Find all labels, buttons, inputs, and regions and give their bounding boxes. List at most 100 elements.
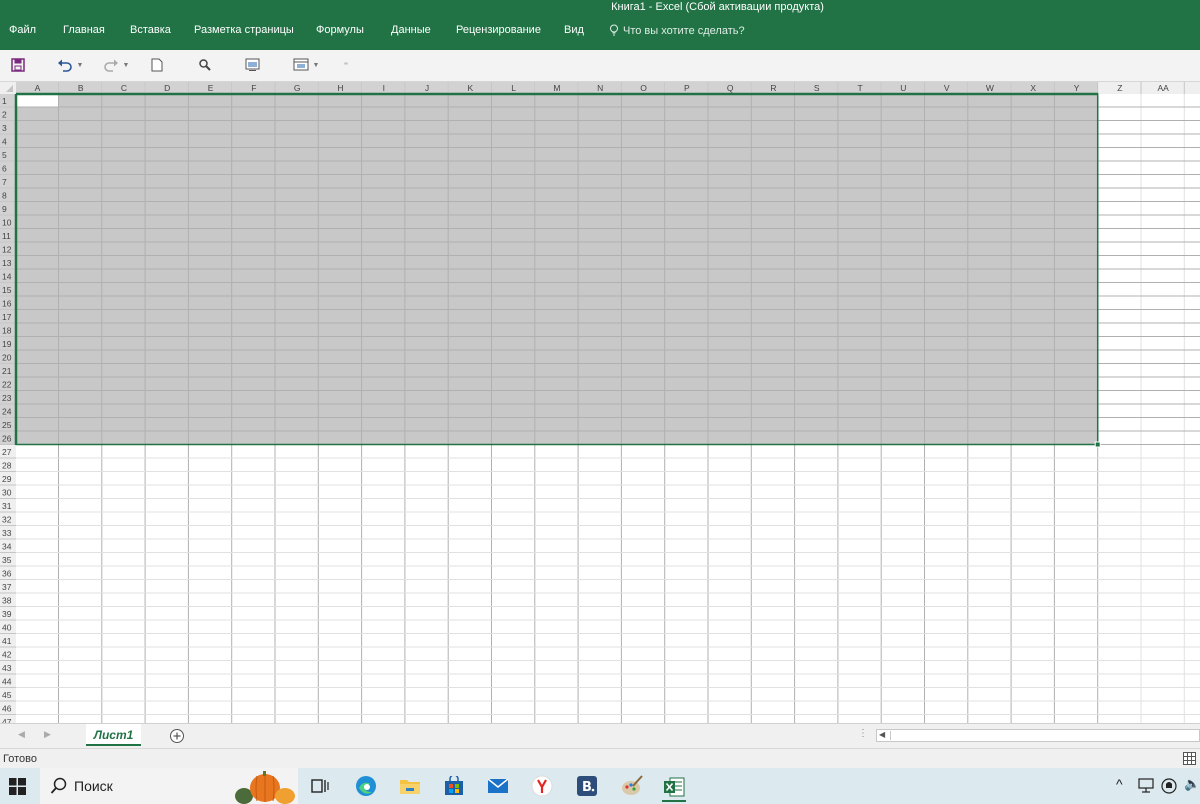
row-header-18[interactable]: 18 — [2, 326, 12, 336]
active-cell[interactable] — [17, 95, 58, 107]
redo-button[interactable]: ▼ — [101, 56, 131, 74]
column-header-f[interactable]: F — [251, 83, 256, 93]
row-header-26[interactable]: 26 — [2, 434, 12, 444]
splitter-handle-icon[interactable]: ⋮ — [858, 728, 868, 739]
toolbar-overflow-button[interactable]: ⁼ — [341, 56, 351, 74]
horizontal-scroll-thumb[interactable] — [890, 731, 1191, 740]
touch-mode-button[interactable] — [244, 56, 262, 74]
tab-data[interactable]: Данные — [391, 24, 431, 36]
volume-icon[interactable]: 🔈 — [1184, 776, 1200, 792]
column-header-y[interactable]: Y — [1074, 83, 1080, 93]
column-header-k[interactable]: K — [468, 83, 474, 93]
row-header-46[interactable]: 46 — [2, 704, 12, 714]
horizontal-scrollbar[interactable]: ◀ — [876, 729, 1200, 742]
column-header-e[interactable]: E — [208, 83, 214, 93]
row-header-27[interactable]: 27 — [2, 447, 12, 457]
column-header-aa[interactable]: AA — [1157, 83, 1169, 93]
row-header-33[interactable]: 33 — [2, 528, 12, 538]
row-header-1[interactable]: 1 — [2, 96, 7, 106]
column-header-d[interactable]: D — [164, 83, 170, 93]
row-header-35[interactable]: 35 — [2, 555, 12, 565]
row-header-38[interactable]: 38 — [2, 596, 12, 606]
tab-review[interactable]: Рецензирование — [456, 24, 541, 36]
row-header-23[interactable]: 23 — [2, 393, 12, 403]
row-header-8[interactable]: 8 — [2, 191, 7, 201]
yandex-browser-button[interactable] — [530, 774, 554, 798]
row-header-34[interactable]: 34 — [2, 542, 12, 552]
paint-button[interactable] — [620, 774, 644, 798]
vk-app-button[interactable]: B — [575, 774, 599, 798]
column-header-a[interactable]: A — [35, 83, 41, 93]
column-header-q[interactable]: Q — [727, 83, 734, 93]
column-header-s[interactable]: S — [814, 83, 820, 93]
row-header-10[interactable]: 10 — [2, 218, 12, 228]
column-header-b[interactable]: B — [78, 83, 84, 93]
row-header-25[interactable]: 25 — [2, 420, 12, 430]
column-header-h[interactable]: H — [337, 83, 343, 93]
row-header-12[interactable]: 12 — [2, 245, 12, 255]
windows-start-icon[interactable] — [9, 778, 26, 795]
column-header-z[interactable]: Z — [1117, 83, 1122, 93]
column-header-i[interactable]: I — [383, 83, 385, 93]
row-header-45[interactable]: 45 — [2, 690, 12, 700]
row-header-3[interactable]: 3 — [2, 123, 7, 133]
row-header-14[interactable]: 14 — [2, 272, 12, 282]
column-header-r[interactable]: R — [770, 83, 776, 93]
tab-file[interactable]: Файл — [9, 24, 36, 36]
column-header-o[interactable]: O — [640, 83, 647, 93]
normal-view-icon[interactable] — [1183, 752, 1196, 765]
row-header-36[interactable]: 36 — [2, 569, 12, 579]
row-header-15[interactable]: 15 — [2, 285, 12, 295]
column-header-t[interactable]: T — [857, 83, 862, 93]
new-document-button[interactable] — [150, 56, 164, 74]
row-header-31[interactable]: 31 — [2, 501, 12, 511]
file-explorer-button[interactable] — [398, 774, 422, 798]
network-icon[interactable] — [1138, 778, 1156, 794]
column-header-w[interactable]: W — [986, 83, 994, 93]
column-header-g[interactable]: G — [294, 83, 301, 93]
sheet-tab-list1[interactable]: Лист1 — [86, 724, 141, 746]
edge-button[interactable] — [354, 774, 378, 798]
row-header-42[interactable]: 42 — [2, 650, 12, 660]
row-header-43[interactable]: 43 — [2, 663, 12, 673]
store-button[interactable] — [442, 774, 466, 798]
spreadsheet-grid[interactable]: A B C D E F G H I J K L M N O P Q R S T U V W X Y Z AA 1 2 3 4 5 6 7 8 9 10 1… — [0, 82, 1200, 723]
undo-button[interactable]: ▼ — [55, 56, 85, 74]
row-header-6[interactable]: 6 — [2, 164, 7, 174]
column-header-n[interactable]: N — [597, 83, 603, 93]
row-header-4[interactable]: 4 — [2, 137, 7, 147]
chevron-up-icon[interactable]: ^ — [1116, 776, 1123, 792]
row-header-44[interactable]: 44 — [2, 677, 12, 687]
customize-toolbar-button[interactable]: ▼ — [291, 56, 321, 74]
scroll-left-arrow-icon[interactable]: ◀ — [879, 730, 885, 739]
row-header-19[interactable]: 19 — [2, 339, 12, 349]
customize-dropdown-icon[interactable]: ▼ — [313, 62, 320, 69]
row-header-11[interactable]: 11 — [2, 231, 11, 241]
row-header-32[interactable]: 32 — [2, 515, 12, 525]
column-header-j[interactable]: J — [425, 83, 429, 93]
row-header-13[interactable]: 13 — [2, 258, 12, 268]
column-header-m[interactable]: M — [553, 83, 560, 93]
column-header-c[interactable]: C — [121, 83, 127, 93]
mail-button[interactable] — [486, 774, 510, 798]
fill-handle[interactable] — [1094, 441, 1101, 448]
print-preview-button[interactable] — [197, 56, 213, 74]
row-header-30[interactable]: 30 — [2, 488, 12, 498]
scroll-sheets-left-icon[interactable]: ◀ — [18, 729, 25, 740]
row-header-24[interactable]: 24 — [2, 407, 12, 417]
undo-dropdown-icon[interactable]: ▼ — [77, 62, 84, 69]
tab-insert[interactable]: Вставка — [130, 24, 171, 36]
row-header-2[interactable]: 2 — [2, 110, 7, 120]
row-header-9[interactable]: 9 — [2, 204, 7, 214]
notifications-icon[interactable] — [1160, 777, 1178, 795]
row-header-17[interactable]: 17 — [2, 312, 12, 322]
row-header-37[interactable]: 37 — [2, 582, 12, 592]
row-header-20[interactable]: 20 — [2, 353, 12, 363]
row-header-39[interactable]: 39 — [2, 609, 12, 619]
row-header-5[interactable]: 5 — [2, 150, 7, 160]
tell-me-box[interactable]: Что вы хотите сделать? — [609, 24, 745, 37]
row-header-28[interactable]: 28 — [2, 461, 12, 471]
scroll-sheets-right-icon[interactable]: ▶ — [44, 729, 51, 740]
column-header-u[interactable]: U — [900, 83, 906, 93]
redo-dropdown-icon[interactable]: ▼ — [123, 62, 130, 69]
